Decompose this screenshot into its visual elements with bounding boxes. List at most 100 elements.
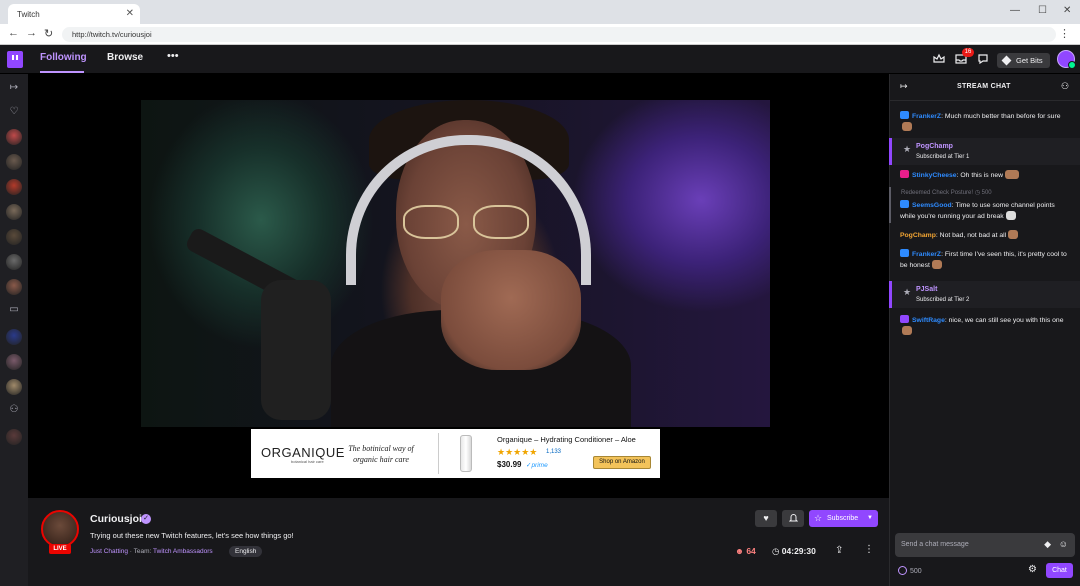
more-icon[interactable]: •••: [167, 50, 179, 62]
followed-channel-avatar[interactable]: [6, 129, 22, 145]
maximize-icon[interactable]: ☐: [1038, 5, 1047, 16]
whisper-icon[interactable]: [977, 53, 989, 65]
followed-channel-avatar[interactable]: [6, 179, 22, 195]
chat-username[interactable]: PogChamp: [900, 232, 936, 239]
followed-channel-avatar[interactable]: [6, 229, 22, 245]
chat-title: STREAM CHAT: [957, 83, 1011, 90]
chat-message: FrankerZ: First time I've seen this, it'…: [900, 249, 1067, 269]
followed-channel-avatar[interactable]: [6, 279, 22, 295]
minimize-icon[interactable]: —: [1010, 5, 1020, 16]
browser-titlebar: Twitch ✕ — ☐ ✕: [0, 0, 1080, 24]
language-tag[interactable]: English: [229, 546, 263, 557]
ad-divider: [438, 433, 439, 474]
channel-name[interactable]: Curiousjoi: [90, 513, 142, 525]
sub-username[interactable]: PJSalt: [916, 286, 937, 293]
user-avatar[interactable]: [1057, 50, 1076, 69]
chat-collapse-icon[interactable]: ↦: [900, 81, 908, 92]
window-close-icon[interactable]: ✕: [1063, 5, 1071, 16]
chat-message: SwiftRage: nice, we can still see you wi…: [900, 315, 1072, 337]
sub-username[interactable]: PogChamp: [916, 143, 953, 150]
emote-icon: [931, 260, 942, 269]
stream-video[interactable]: [141, 100, 770, 427]
followed-heart-icon: ♡: [9, 106, 19, 117]
tab-title: Twitch: [17, 10, 40, 19]
nav-following[interactable]: Following: [40, 52, 87, 63]
forward-icon[interactable]: →: [26, 27, 37, 39]
twitch-logo-icon[interactable]: [7, 51, 23, 68]
ad-product-title[interactable]: Organique – Hydrating Conditioner – Aloe: [497, 435, 636, 444]
emote-icon: [1005, 211, 1016, 220]
subscribe-button[interactable]: ☆ Subscribe ▼: [809, 510, 878, 527]
stream-title: Trying out these new Twitch features, le…: [90, 531, 294, 540]
back-icon[interactable]: ←: [8, 27, 19, 39]
chat-username[interactable]: SwiftRage: [912, 317, 945, 324]
chat-text: Not bad, not bad at all: [939, 232, 1007, 239]
channel-points-value: 500: [910, 568, 922, 575]
chat-text: Oh this is new: [960, 172, 1004, 179]
sub-tier: Subscribed at Tier 1: [916, 154, 970, 160]
shop-on-amazon-button[interactable]: Shop on Amazon: [593, 456, 651, 469]
uptime: ◷ 04:29:30: [772, 546, 816, 557]
bell-icon: [788, 514, 798, 522]
rating-stars-icon: ★★★★★: [497, 447, 538, 457]
sidebar-collapse-icon[interactable]: ↦: [8, 82, 20, 94]
channel-points-icon: [898, 566, 907, 575]
chat-users-icon[interactable]: ⚇: [1061, 81, 1069, 92]
chat-input[interactable]: Send a chat message ◆ ☺: [895, 533, 1075, 557]
url-input[interactable]: http://twitch.tv/curiousjoi: [62, 27, 1056, 42]
chat-settings-icon[interactable]: ⚙: [1028, 564, 1037, 575]
bits-gem-icon: [1001, 55, 1012, 66]
product-image[interactable]: [460, 435, 472, 472]
chat-username[interactable]: FrankerZ: [912, 113, 941, 120]
prime-badge: ✓prime: [526, 462, 548, 469]
bits-icon[interactable]: ◆: [1044, 539, 1051, 550]
emote-picker-icon[interactable]: ☺: [1059, 539, 1068, 549]
followed-channel-avatar[interactable]: [6, 254, 22, 270]
followed-channel-avatar[interactable]: [6, 154, 22, 170]
chat-username[interactable]: FrankerZ: [912, 251, 941, 258]
sub-badge-icon: [900, 170, 909, 178]
redemption-label: Redeemed Check Posture! ◷ 500: [901, 190, 992, 196]
chat-message: FrankerZ: Much much better than before f…: [900, 111, 1072, 133]
followed-channel-avatar[interactable]: [6, 429, 22, 445]
address-bar: ← → ↻ http://twitch.tv/curiousjoi ⋮: [0, 24, 1080, 45]
emote-icon: [1005, 170, 1020, 179]
more-options-icon[interactable]: ⋮: [864, 544, 874, 555]
notification-bell-button[interactable]: [782, 510, 804, 527]
get-bits-label: Get Bits: [1016, 56, 1043, 65]
emote-icon: [1008, 230, 1019, 239]
subscribe-label: Subscribe: [827, 515, 859, 522]
followed-channel-avatar[interactable]: [6, 354, 22, 370]
browser-menu-icon[interactable]: ⋮: [1059, 27, 1070, 40]
get-bits-button[interactable]: Get Bits: [997, 53, 1050, 68]
sub-notice: ★ PogChamp Subscribed at Tier 1: [889, 138, 1080, 165]
browser-tab[interactable]: Twitch ✕: [8, 4, 140, 24]
reload-icon[interactable]: ↻: [44, 27, 53, 40]
chat-message: StinkyCheese: Oh this is new: [900, 170, 1072, 181]
chat-send-button[interactable]: Chat: [1046, 563, 1073, 578]
followed-channel-avatar[interactable]: [6, 379, 22, 395]
subscribe-star-icon: ☆: [814, 513, 823, 523]
ad-banner[interactable]: ORGANIQUE botanical hair care The botini…: [251, 429, 660, 478]
sub-badge-icon: [900, 249, 909, 257]
tab-close-icon[interactable]: ✕: [126, 8, 134, 19]
chat-username[interactable]: SeemsGood: [912, 202, 952, 209]
chat-message: SeemsGood: Time to use some channel poin…: [900, 200, 1055, 220]
category-link[interactable]: Just Chatting: [90, 548, 128, 555]
followed-channel-avatar[interactable]: [6, 329, 22, 345]
followed-channel-avatar[interactable]: [6, 204, 22, 220]
share-icon[interactable]: ⇪: [835, 545, 843, 556]
ad-review-count[interactable]: 1,133: [546, 449, 561, 455]
crown-icon[interactable]: [933, 53, 945, 65]
chat-username[interactable]: StinkyCheese: [912, 172, 957, 179]
channel-points[interactable]: 500: [898, 566, 922, 575]
channel-avatar[interactable]: [41, 510, 79, 548]
sub-tier: Subscribed at Tier 2: [916, 297, 970, 303]
sub-star-icon: ★: [903, 287, 912, 297]
clock-icon: ◷: [772, 546, 780, 556]
stream-meta: Just Chatting · Team: Twitch Ambassadors: [90, 548, 213, 555]
chat-text: Much much better than before for sure: [944, 113, 1061, 120]
nav-browse[interactable]: Browse: [107, 52, 143, 63]
follow-heart-button[interactable]: ♥: [755, 510, 777, 527]
team-link[interactable]: Twitch Ambassadors: [153, 548, 213, 555]
